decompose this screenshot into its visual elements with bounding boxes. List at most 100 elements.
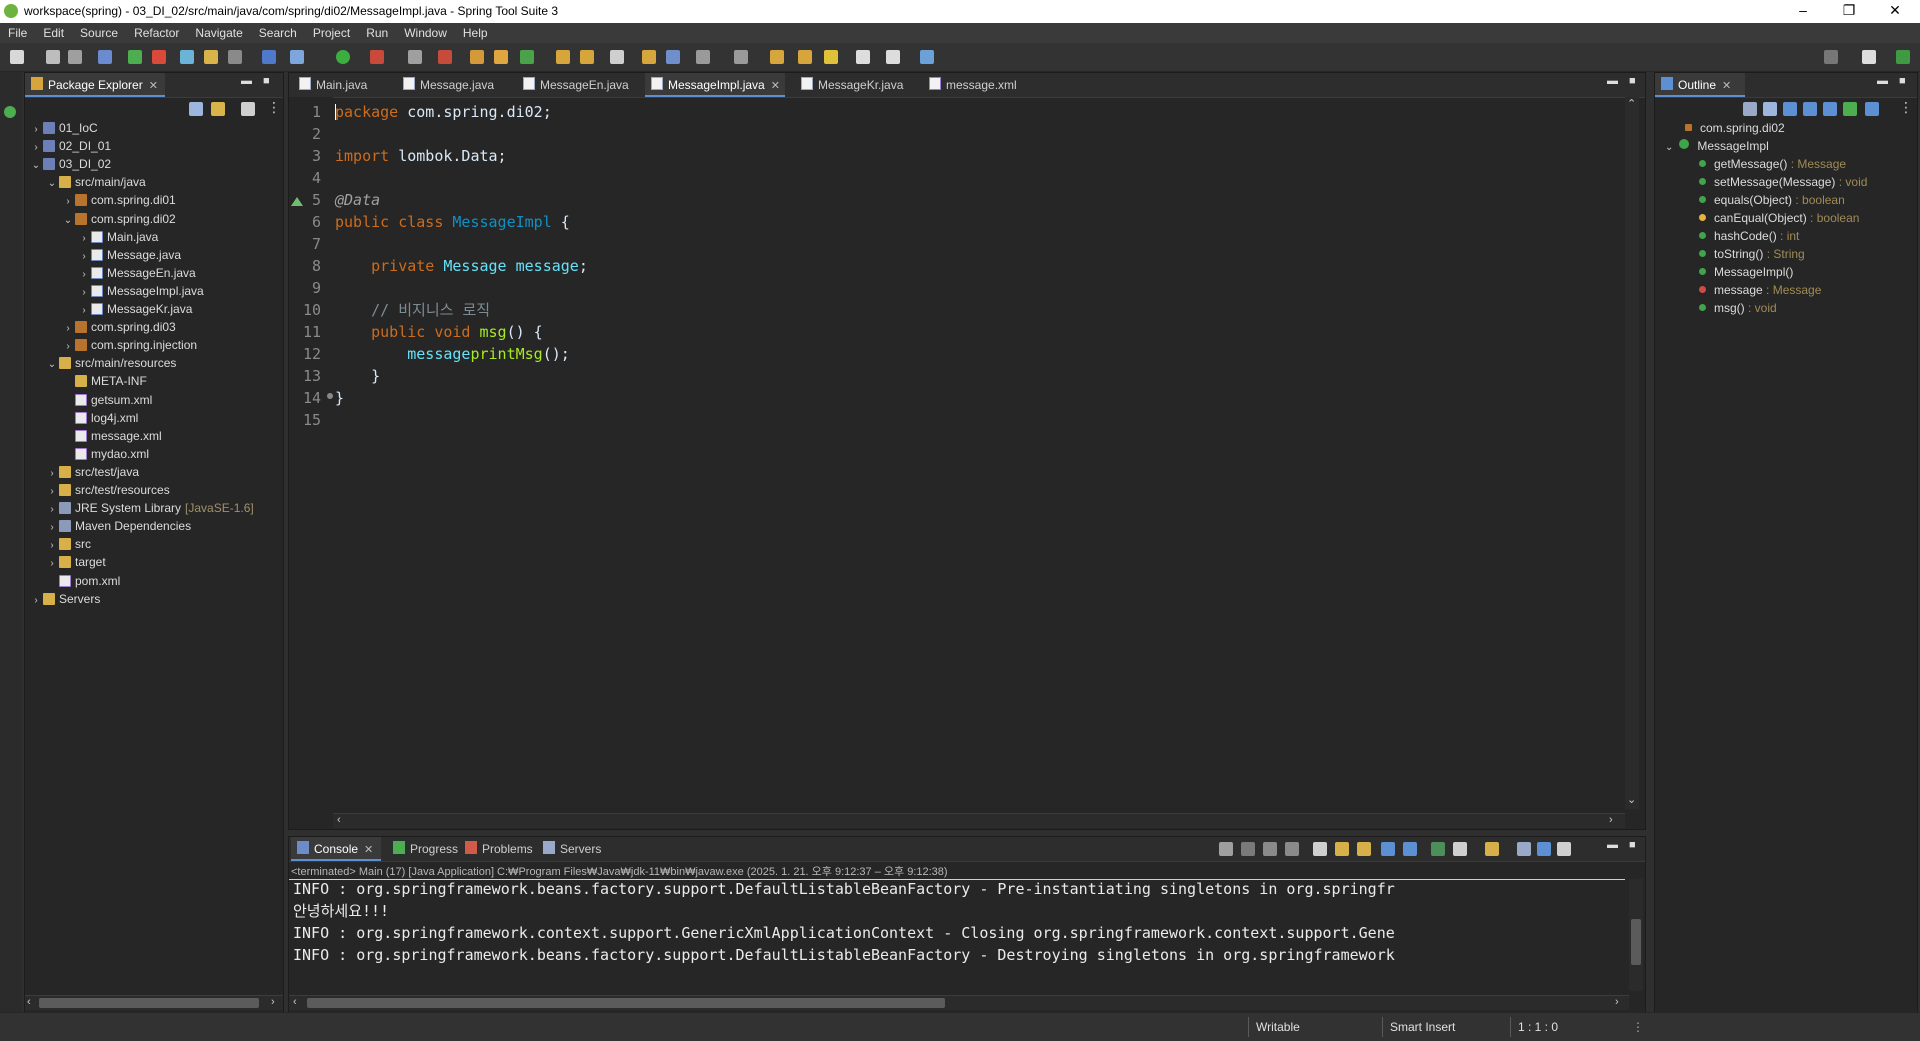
status-insert-mode[interactable]: Smart Insert: [1390, 1013, 1455, 1041]
minimize-outline-icon[interactable]: ▬: [1877, 75, 1888, 87]
tab-messageen-java[interactable]: MessageEn.java: [517, 73, 633, 97]
tab-package-explorer[interactable]: Package Explorer ✕: [25, 73, 165, 97]
sort-icon[interactable]: [1763, 102, 1777, 116]
tree-item[interactable]: ⌄ 03_DI_02: [29, 155, 111, 173]
open-type-icon[interactable]: [180, 50, 194, 64]
outline-member[interactable]: MessageImpl(): [1699, 263, 1793, 281]
new-icon[interactable]: [10, 50, 24, 64]
chevron-right-icon[interactable]: ›: [29, 592, 43, 610]
scroll-up-icon[interactable]: ⌃: [1627, 97, 1636, 110]
tree-item[interactable]: › MessageImpl.java: [77, 282, 203, 300]
tree-item[interactable]: message.xml: [61, 427, 162, 445]
tree-item[interactable]: › JRE System Library [JavaSE-1.6]: [45, 499, 253, 517]
view-menu-icon[interactable]: ⋮: [267, 99, 281, 116]
status-menu-icon[interactable]: ⋮: [1632, 1013, 1644, 1041]
back-arrow-icon[interactable]: [798, 50, 812, 64]
menu-source[interactable]: Source: [72, 23, 126, 43]
toggle-mark-icon[interactable]: [228, 50, 242, 64]
tree-item[interactable]: › Servers: [29, 590, 100, 608]
menu-run[interactable]: Run: [358, 23, 396, 43]
restore-button[interactable]: ❐: [1826, 0, 1872, 23]
outline-member[interactable]: canEqual(Object) : boolean: [1699, 209, 1859, 227]
maximize-view-icon[interactable]: ■: [263, 75, 270, 87]
collapse-outline-icon[interactable]: [1743, 102, 1757, 116]
tab-messagekr-java[interactable]: MessageKr.java: [795, 73, 911, 97]
editor-hscroll[interactable]: ‹ ›: [333, 813, 1625, 828]
tree-item[interactable]: › com.spring.di03: [61, 318, 175, 336]
hide-nonpublic-icon[interactable]: [1843, 102, 1857, 116]
nav-back-icon[interactable]: [856, 50, 870, 64]
maximize-outline-icon[interactable]: ■: [1899, 75, 1906, 87]
outline-member[interactable]: equals(Object) : boolean: [1699, 191, 1845, 209]
menu-navigate[interactable]: Navigate: [187, 23, 250, 43]
tree-item[interactable]: META-INF: [61, 372, 147, 390]
remove-all-icon[interactable]: [1285, 842, 1299, 856]
outline-member[interactable]: getMessage() : Message: [1699, 155, 1846, 173]
chevron-down-icon[interactable]: ⌄: [45, 356, 59, 374]
menu-file[interactable]: File: [0, 23, 35, 43]
status-cursor-position[interactable]: 1 : 1 : 0: [1518, 1013, 1558, 1041]
tree-item[interactable]: › MessageKr.java: [77, 300, 192, 318]
new-class-icon[interactable]: [520, 50, 534, 64]
tree-item[interactable]: › 02_DI_01: [29, 137, 111, 155]
show-stdout-icon[interactable]: [1381, 842, 1395, 856]
run-icon[interactable]: [336, 50, 350, 64]
alphabetical-icon[interactable]: [1783, 102, 1797, 116]
menu-search[interactable]: Search: [251, 23, 305, 43]
word-wrap-icon[interactable]: [1357, 842, 1371, 856]
close-tab-icon[interactable]: ✕: [149, 80, 158, 92]
outline-member[interactable]: hashCode() : int: [1699, 227, 1799, 245]
tree-item[interactable]: mydao.xml: [61, 445, 149, 463]
tree-item[interactable]: › Message.java: [77, 246, 181, 264]
minimize-console-icon[interactable]: ▬: [1607, 839, 1618, 851]
previous-annotation-icon[interactable]: [734, 50, 748, 64]
scroll-right-icon[interactable]: ›: [1609, 814, 1613, 826]
console-output[interactable]: INFO : org.springframework.beans.factory…: [289, 879, 1625, 980]
outline-member[interactable]: msg() : void: [1699, 299, 1777, 317]
code-area[interactable]: package com.spring.di02; import lombok.D…: [335, 103, 1605, 803]
open-file-icon[interactable]: [580, 50, 594, 64]
scroll-left-icon[interactable]: ‹: [27, 996, 31, 1008]
stop-icon[interactable]: [408, 50, 422, 64]
console-layout-icon[interactable]: [1517, 842, 1531, 856]
tab-servers[interactable]: Servers: [537, 837, 609, 861]
tab-message-xml[interactable]: message.xml: [923, 73, 1033, 97]
menu-window[interactable]: Window: [396, 23, 455, 43]
tree-item[interactable]: › com.spring.di01: [61, 191, 175, 209]
outline-member[interactable]: message : Message: [1699, 281, 1821, 299]
chevron-down-icon[interactable]: ⌄: [29, 157, 43, 175]
scroll-thumb[interactable]: [39, 998, 259, 1008]
menu-project[interactable]: Project: [305, 23, 358, 43]
scroll-thumb[interactable]: [307, 998, 945, 1008]
close-tab-icon[interactable]: ✕: [364, 844, 373, 856]
outline-member[interactable]: toString() : String: [1699, 245, 1805, 263]
tab-messageimpl-java[interactable]: MessageImpl.java ✕: [645, 73, 785, 97]
spring-icon[interactable]: [152, 50, 166, 64]
scroll-left-icon[interactable]: ‹: [337, 814, 341, 826]
display-console-icon[interactable]: [1453, 842, 1467, 856]
show-whitespace-icon[interactable]: [262, 50, 276, 64]
scroll-right-icon[interactable]: ›: [271, 996, 275, 1008]
fold-marker-icon[interactable]: [327, 393, 333, 399]
tree-item[interactable]: › Maven Dependencies: [45, 517, 191, 535]
save-all-icon[interactable]: [68, 50, 82, 64]
scroll-thumb[interactable]: [1631, 919, 1641, 965]
debug-icon[interactable]: [290, 50, 304, 64]
nav-forward-icon[interactable]: [886, 50, 900, 64]
console-settings-icon[interactable]: [1557, 842, 1571, 856]
open-console-icon[interactable]: [1485, 842, 1499, 856]
maximize-editor-icon[interactable]: ■: [1629, 75, 1636, 87]
tree-item[interactable]: › target: [45, 553, 105, 571]
chevron-down-icon[interactable]: ⌄: [45, 175, 59, 193]
new-view-icon[interactable]: [920, 50, 934, 64]
outline-class[interactable]: ⌄ MessageImpl: [1665, 137, 1769, 155]
tree-item[interactable]: log4j.xml: [61, 409, 138, 427]
minimize-view-icon[interactable]: ▬: [241, 75, 252, 87]
scroll-down-icon[interactable]: ⌄: [1627, 793, 1636, 806]
scroll-left-icon[interactable]: ‹: [293, 996, 297, 1008]
tab-problems[interactable]: Problems: [459, 837, 535, 861]
run-external-icon[interactable]: [370, 50, 384, 64]
tab-main-java[interactable]: Main.java: [293, 73, 385, 97]
outline-view-menu-icon[interactable]: ⋮: [1899, 99, 1913, 116]
hide-fields-icon[interactable]: [1803, 102, 1817, 116]
